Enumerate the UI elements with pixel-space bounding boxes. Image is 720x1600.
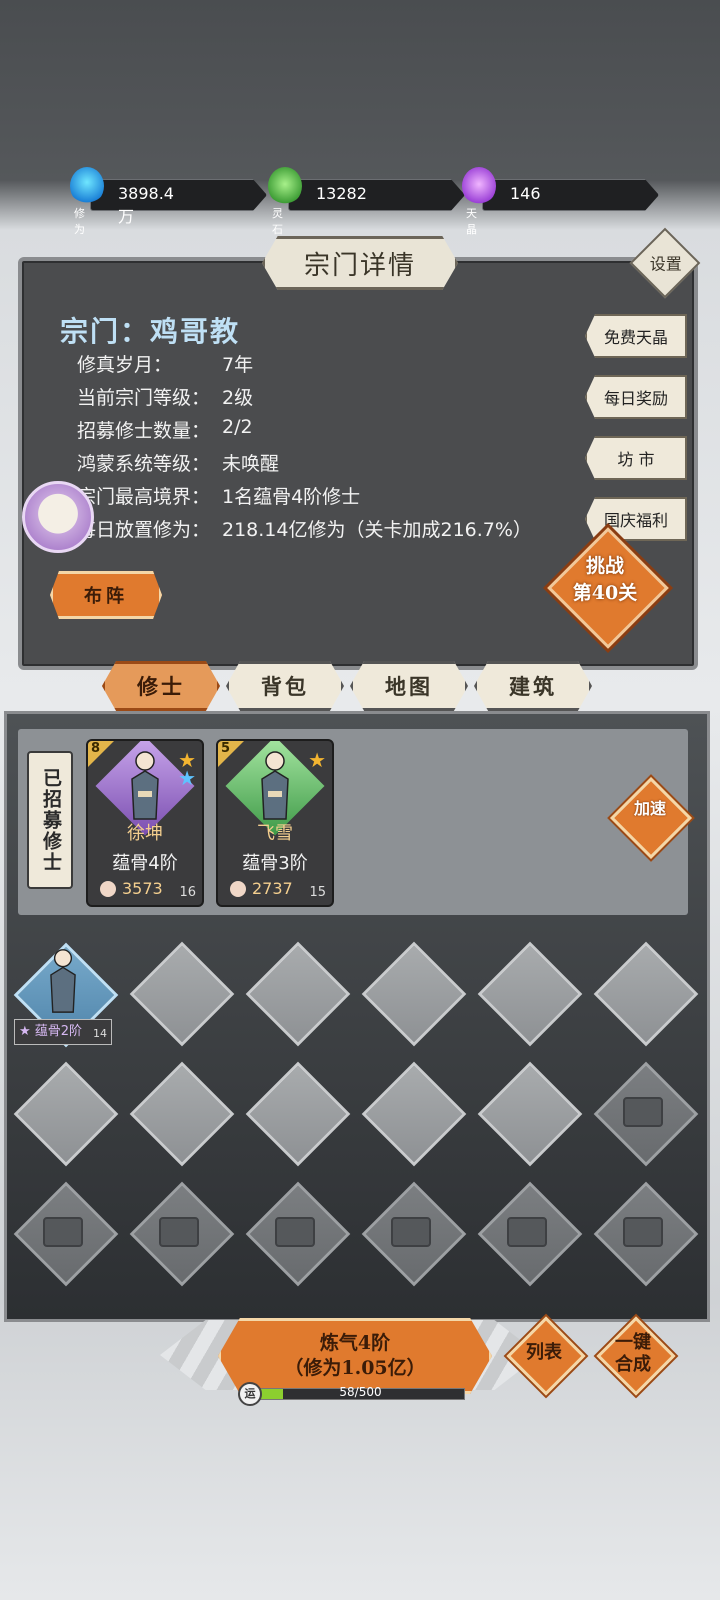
challenge-label[interactable]: 挑战 第40关 bbox=[555, 553, 655, 607]
info-row-sect-level: 当前宗门等级： 2级 bbox=[77, 383, 253, 410]
info-row-daily-idle: 每日放置修为： 218.14亿修为（关卡加成216.7%） bbox=[77, 515, 532, 542]
daily-reward-button[interactable]: 每日奖励 bbox=[585, 375, 687, 419]
power-icon bbox=[100, 881, 116, 897]
cultivation-value: 3898.4万 bbox=[118, 184, 174, 226]
formation-button[interactable]: 布阵 bbox=[50, 571, 162, 619]
cultivation-pill bbox=[90, 179, 267, 211]
occupied-slot-label: ★ 蕴骨2阶 14 bbox=[14, 1019, 112, 1045]
info-label: 修真岁月： bbox=[77, 354, 173, 376]
cultivator-power: 3573 bbox=[122, 879, 163, 898]
lock-icon bbox=[623, 1217, 663, 1247]
power-icon bbox=[230, 881, 246, 897]
cultivator-figure-icon bbox=[50, 949, 76, 1013]
green-crystal-icon bbox=[268, 167, 302, 205]
recruited-label: 已招募修士 bbox=[27, 751, 73, 889]
lock-icon bbox=[275, 1217, 315, 1247]
auto-merge-line1: 一键 bbox=[615, 1332, 651, 1353]
tab-buildings[interactable]: 建筑 bbox=[474, 661, 592, 711]
info-label: 鸿蒙系统等级： bbox=[77, 453, 211, 475]
avatar[interactable] bbox=[22, 481, 94, 553]
cultivator-realm: 蕴骨3阶 bbox=[242, 853, 308, 874]
info-label: 招募修士数量： bbox=[77, 420, 211, 442]
card-level: 8 bbox=[91, 741, 101, 756]
info-value: 未唤醒 bbox=[222, 453, 280, 475]
crystal-label: 天晶 bbox=[466, 207, 477, 236]
free-crystal-button[interactable]: 免费天晶 bbox=[585, 314, 687, 358]
occupied-count: 14 bbox=[93, 1027, 107, 1040]
info-value: 1名蕴骨4阶修士 bbox=[222, 486, 361, 508]
cultivation-label: 修为 bbox=[74, 207, 85, 236]
speed-up-label[interactable]: 加速 bbox=[632, 800, 668, 818]
info-value: 2/2 bbox=[222, 416, 253, 438]
tab-backpack[interactable]: 背包 bbox=[226, 661, 344, 711]
info-label: 当前宗门等级： bbox=[77, 387, 211, 409]
info-label: 宗门最高境界： bbox=[77, 486, 211, 508]
lock-icon bbox=[43, 1217, 83, 1247]
merge-line2: （修为1.05亿） bbox=[284, 1357, 426, 1379]
tab-map[interactable]: 地图 bbox=[350, 661, 468, 711]
info-value: 7年 bbox=[222, 354, 254, 376]
lock-icon bbox=[391, 1217, 431, 1247]
market-button[interactable]: 坊 市 bbox=[585, 436, 687, 480]
cultivator-count: 15 bbox=[309, 885, 326, 900]
luck-icon: 运 bbox=[238, 1382, 262, 1406]
info-value: 2级 bbox=[222, 387, 254, 409]
spirit-stone-pill bbox=[288, 179, 465, 211]
info-value: 218.14亿修为（关卡加成216.7%） bbox=[222, 519, 532, 541]
cultivator-name: 徐坤 bbox=[127, 823, 163, 844]
cultivator-realm: 蕴骨4阶 bbox=[112, 853, 178, 874]
lock-icon bbox=[623, 1097, 663, 1127]
cultivator-card[interactable]: 8 ★ ★ 徐坤 蕴骨4阶 3573 16 bbox=[86, 739, 204, 907]
merge-line1: 炼气4阶 bbox=[319, 1332, 391, 1354]
info-label: 每日放置修为： bbox=[77, 519, 211, 541]
challenge-line2: 第40关 bbox=[572, 582, 638, 604]
info-row-hongmeng: 鸿蒙系统等级： 未唤醒 bbox=[77, 449, 279, 476]
occupied-realm: ★ 蕴骨2阶 bbox=[19, 1024, 83, 1039]
purple-crystal-icon bbox=[462, 167, 496, 205]
info-row-years: 修真岁月： 7年 bbox=[77, 350, 253, 377]
info-row-highest-realm: 宗门最高境界： 1名蕴骨4阶修士 bbox=[77, 482, 360, 509]
auto-merge-label[interactable]: 一键 合成 bbox=[603, 1332, 663, 1376]
sect-name: 宗门：鸡哥教 bbox=[60, 315, 241, 348]
panel-title: 宗门详情 bbox=[262, 236, 458, 290]
lock-icon bbox=[507, 1217, 547, 1247]
cultivator-card[interactable]: 5 ★ 飞雪 蕴骨3阶 2737 15 bbox=[216, 739, 334, 907]
luck-progress-text: 58/500 bbox=[339, 1385, 382, 1399]
spirit-stone-value: 13282 bbox=[316, 184, 367, 203]
cultivator-power: 2737 bbox=[252, 879, 293, 898]
star-rank-icon: ★ bbox=[308, 748, 326, 772]
list-label[interactable]: 列表 bbox=[514, 1342, 574, 1364]
auto-merge-line2: 合成 bbox=[615, 1354, 651, 1375]
merge-button[interactable]: 炼气4阶 （修为1.05亿） bbox=[218, 1318, 492, 1394]
spirit-stone-label: 灵石 bbox=[272, 207, 283, 236]
cultivator-name: 飞雪 bbox=[257, 823, 293, 844]
crystal-pill bbox=[482, 179, 659, 211]
blue-flame-icon bbox=[70, 167, 104, 205]
crystal-value: 146 bbox=[510, 184, 541, 203]
star-rank-icon: ★ ★ bbox=[178, 748, 196, 790]
settings-label: 设置 bbox=[649, 254, 682, 274]
tab-cultivators[interactable]: 修士 bbox=[102, 661, 220, 711]
card-level: 5 bbox=[221, 741, 231, 756]
lock-icon bbox=[159, 1217, 199, 1247]
info-row-recruit-count: 招募修士数量： 2/2 bbox=[77, 416, 253, 443]
challenge-line1: 挑战 bbox=[585, 555, 624, 577]
cultivator-count: 16 bbox=[179, 885, 196, 900]
